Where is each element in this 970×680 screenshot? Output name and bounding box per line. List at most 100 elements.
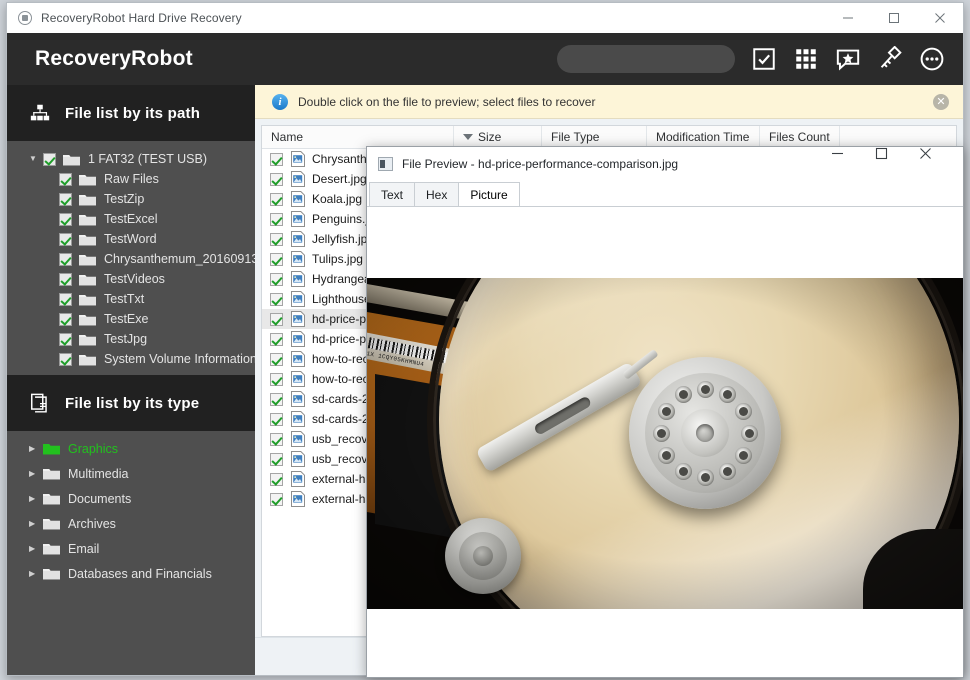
tree-checkbox[interactable]: [43, 153, 56, 166]
tree-checkbox[interactable]: [59, 193, 72, 206]
preview-window-controls: [831, 147, 963, 180]
tree-checkbox[interactable]: [59, 253, 72, 266]
tree-node[interactable]: TestTxt: [7, 289, 255, 309]
folder-icon: [43, 542, 60, 555]
sidebar-section-path-header[interactable]: File list by its path: [7, 85, 255, 141]
file-checkbox[interactable]: [270, 353, 283, 366]
expand-icon[interactable]: ▶: [29, 545, 41, 553]
window-title: RecoveryRobot Hard Drive Recovery: [41, 11, 242, 25]
preview-window-title: File Preview - hd-price-performance-comp…: [402, 157, 678, 171]
sidebar-section-type-header[interactable]: File list by its type: [7, 375, 255, 431]
tree-checkbox[interactable]: [59, 233, 72, 246]
tree-checkbox[interactable]: [59, 213, 72, 226]
tree-node[interactable]: TestWord: [7, 229, 255, 249]
tree-node[interactable]: Raw Files: [7, 169, 255, 189]
tree-node[interactable]: System Volume Information: [7, 349, 255, 369]
folder-icon: [79, 253, 96, 266]
file-checkbox[interactable]: [270, 313, 283, 326]
expand-icon[interactable]: ▶: [29, 520, 41, 528]
file-checkbox[interactable]: [270, 493, 283, 506]
preview-tab[interactable]: Picture: [458, 182, 519, 206]
file-checkbox[interactable]: [270, 413, 283, 426]
tree-checkbox[interactable]: [59, 333, 72, 346]
file-checkbox[interactable]: [270, 153, 283, 166]
file-checkbox[interactable]: [270, 213, 283, 226]
preview-tab[interactable]: Hex: [414, 182, 459, 206]
tree-node[interactable]: TestExe: [7, 309, 255, 329]
tree-checkbox[interactable]: [59, 293, 72, 306]
tree-checkbox[interactable]: [59, 273, 72, 286]
documents-icon: [29, 392, 51, 414]
feedback-star-icon[interactable]: [835, 46, 861, 72]
window-controls: [825, 3, 963, 33]
folder-icon: [43, 492, 60, 505]
grid-view-icon[interactable]: [793, 46, 819, 72]
notice-close-icon[interactable]: ✕: [933, 94, 949, 110]
tree-node[interactable]: Chrysanthemum_20160913: [7, 249, 255, 269]
preview-maximize-button[interactable]: [875, 147, 919, 180]
notice-text: Double click on the file to preview; sel…: [298, 95, 595, 109]
preview-tab[interactable]: Text: [369, 182, 415, 206]
sidebar-section-type-title: File list by its type: [65, 395, 199, 412]
maximize-button[interactable]: [871, 3, 917, 33]
type-list-item[interactable]: ▶Multimedia: [7, 461, 255, 486]
type-list-item[interactable]: ▶Graphics: [7, 436, 255, 461]
file-preview-window: File Preview - hd-price-performance-comp…: [366, 146, 964, 678]
license-key-icon[interactable]: [877, 46, 903, 72]
tree-root-node[interactable]: ▼ 1 FAT32 (TEST USB): [7, 149, 255, 169]
column-header[interactable]: Modification Time: [647, 126, 760, 148]
column-header[interactable]: File Type: [542, 126, 647, 148]
file-checkbox[interactable]: [270, 333, 283, 346]
sort-caret-icon: [463, 134, 473, 140]
image-file-icon: [291, 271, 305, 287]
image-file-icon: [291, 471, 305, 487]
file-checkbox[interactable]: [270, 233, 283, 246]
type-list-item[interactable]: ▶Databases and Financials: [7, 561, 255, 586]
minimize-button[interactable]: [825, 3, 871, 33]
tree-node[interactable]: TestExcel: [7, 209, 255, 229]
file-checkbox[interactable]: [270, 293, 283, 306]
type-list-item[interactable]: ▶Documents: [7, 486, 255, 511]
type-list-item[interactable]: ▶Email: [7, 536, 255, 561]
search-box[interactable]: [557, 45, 735, 73]
preview-app-icon: [378, 157, 393, 171]
expand-collapse-icon[interactable]: ▼: [29, 155, 41, 163]
more-options-icon[interactable]: [919, 46, 945, 72]
column-header[interactable]: Size: [454, 126, 542, 148]
path-tree: ▼ 1 FAT32 (TEST USB) Raw FilesTestZipTes…: [7, 141, 255, 375]
folder-icon: [79, 313, 96, 326]
folder-icon: [63, 153, 80, 166]
file-checkbox[interactable]: [270, 373, 283, 386]
tree-node-label: Chrysanthemum_20160913: [104, 252, 258, 266]
image-file-icon: [291, 211, 305, 227]
tree-node[interactable]: TestZip: [7, 189, 255, 209]
file-checkbox[interactable]: [270, 433, 283, 446]
sidebar-section-path-title: File list by its path: [65, 105, 200, 122]
file-checkbox[interactable]: [270, 273, 283, 286]
column-header[interactable]: Files Count: [760, 126, 840, 148]
expand-icon[interactable]: ▶: [29, 570, 41, 578]
expand-icon[interactable]: ▶: [29, 445, 41, 453]
close-button[interactable]: [917, 3, 963, 33]
type-list-item[interactable]: ▶Archives: [7, 511, 255, 536]
tree-checkbox[interactable]: [59, 353, 72, 366]
tree-node[interactable]: TestJpg: [7, 329, 255, 349]
column-header[interactable]: Name: [262, 126, 454, 148]
expand-icon[interactable]: ▶: [29, 470, 41, 478]
image-file-icon: [291, 311, 305, 327]
file-checkbox[interactable]: [270, 453, 283, 466]
file-checkbox[interactable]: [270, 173, 283, 186]
expand-icon[interactable]: ▶: [29, 495, 41, 503]
select-all-icon[interactable]: [751, 46, 777, 72]
preview-close-button[interactable]: [919, 147, 963, 180]
file-checkbox[interactable]: [270, 253, 283, 266]
search-input[interactable]: [571, 52, 726, 66]
preview-minimize-button[interactable]: [831, 147, 875, 180]
tree-checkbox[interactable]: [59, 173, 72, 186]
file-checkbox[interactable]: [270, 393, 283, 406]
file-checkbox[interactable]: [270, 193, 283, 206]
file-checkbox[interactable]: [270, 473, 283, 486]
tree-checkbox[interactable]: [59, 313, 72, 326]
image-file-icon: [291, 251, 305, 267]
tree-node[interactable]: TestVideos: [7, 269, 255, 289]
